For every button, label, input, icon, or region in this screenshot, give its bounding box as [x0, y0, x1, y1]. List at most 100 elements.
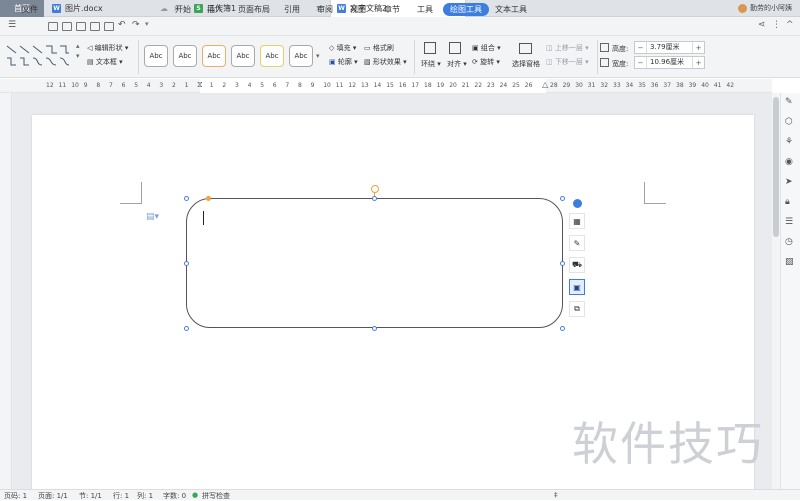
margin-corner-top-right: [644, 182, 666, 204]
edit-shape-button[interactable]: ◁ 编辑形状 ▾: [87, 43, 128, 53]
menu-drawing-tools[interactable]: 绘图工具: [443, 3, 489, 16]
resize-handle-sw[interactable]: [184, 326, 189, 331]
rotate-button[interactable]: ⟳ 旋转 ▾: [472, 57, 500, 67]
menu-file[interactable]: 文件: [22, 3, 38, 16]
height-value[interactable]: 3.79厘米: [646, 42, 693, 53]
menu-start[interactable]: 开始: [175, 3, 191, 16]
width-value[interactable]: 10.96厘米: [646, 57, 693, 68]
resize-handle-se[interactable]: [560, 326, 565, 331]
select-pane-icon[interactable]: [519, 43, 532, 54]
ruler-tick-label: 34: [625, 82, 634, 89]
collapse-float-icon[interactable]: [573, 199, 582, 208]
menu-view[interactable]: 视图: [350, 3, 366, 16]
fill-button[interactable]: ◇ 填充 ▾: [329, 43, 356, 53]
align-button[interactable]: 对齐 ▾: [447, 59, 467, 69]
layout-options-icon[interactable]: ▤▾: [146, 212, 159, 222]
hamburger-icon[interactable]: ☰: [8, 20, 16, 30]
tab-doc-1[interactable]: W 图片.docx ☁ ×: [46, 0, 186, 17]
select-pane-button[interactable]: 选择窗格: [512, 59, 540, 69]
float-fill-icon[interactable]: ⛟: [569, 257, 585, 273]
float-outline-icon[interactable]: ▣: [569, 279, 585, 295]
menu-insert[interactable]: 插入: [207, 3, 223, 16]
shape-style-5[interactable]: Abc: [260, 45, 284, 67]
ruler-tick-label: 22: [474, 82, 483, 89]
wrap-icon[interactable]: [424, 42, 436, 54]
right-indent-marker[interactable]: △: [542, 80, 548, 89]
pointer-icon[interactable]: ➤: [785, 177, 793, 187]
format-painter-button[interactable]: ▭ 格式刷: [364, 43, 394, 53]
increase-width-button[interactable]: +: [693, 57, 704, 68]
share-icon[interactable]: ⋖: [758, 20, 766, 30]
scroll-up-icon[interactable]: ▴: [76, 42, 80, 50]
wrap-button[interactable]: 环绕 ▾: [421, 59, 441, 69]
ruler-tick-label: 40: [701, 82, 709, 89]
align-icon[interactable]: [449, 42, 461, 54]
rotate-handle[interactable]: [371, 185, 379, 193]
vertical-scrollbar[interactable]: [772, 93, 780, 489]
scroll-thumb[interactable]: [773, 97, 779, 237]
decrease-width-button[interactable]: −: [635, 57, 646, 68]
height-field[interactable]: − 3.79厘米 +: [634, 41, 705, 54]
send-backward-button[interactable]: ◫ 下移一层 ▾: [546, 57, 589, 67]
style-more-icon[interactable]: ▾: [316, 52, 320, 60]
menu-chapter[interactable]: 章节: [384, 3, 400, 16]
shapes-icon[interactable]: ⬡: [785, 117, 793, 127]
group-button[interactable]: ▣ 组合 ▾: [472, 43, 501, 53]
edit-pen-icon[interactable]: ✎: [785, 97, 793, 107]
menu-review[interactable]: 审阅: [317, 3, 333, 16]
print-icon[interactable]: [90, 22, 100, 31]
float-effects-icon[interactable]: ⧉: [569, 301, 585, 317]
resize-handle-ne[interactable]: [560, 196, 565, 201]
ruler-tick-label: 21: [461, 82, 470, 89]
shape-style-2[interactable]: Abc: [173, 45, 197, 67]
fill-icon: ◇: [329, 44, 337, 52]
undo-icon[interactable]: ↶: [118, 20, 126, 30]
collapse-icon[interactable]: ^: [786, 20, 794, 30]
decrease-height-button[interactable]: −: [635, 42, 646, 53]
resize-handle-s[interactable]: [372, 326, 377, 331]
history-icon[interactable]: ◷: [785, 237, 793, 247]
settings-sliders-icon[interactable]: ☰: [785, 217, 793, 227]
horizontal-ruler[interactable]: 12 11 10 9 8 7 6 5 4 3 2 1 1 2 3 4 5 6 7 8 9 10 11 12 13 14 15 16 17…: [0, 79, 772, 93]
menu-text-tools[interactable]: 文本工具: [495, 3, 527, 16]
vertical-ruler[interactable]: [0, 93, 12, 489]
stamp-icon[interactable]: ⚘: [785, 137, 793, 147]
float-layout-icon[interactable]: ▦: [569, 213, 585, 229]
ruler-tick-label: 2: [222, 82, 227, 89]
ruler-tick-label: 23: [487, 82, 495, 89]
line-shape-gallery[interactable]: [6, 44, 70, 68]
shape-style-6[interactable]: Abc: [289, 45, 313, 67]
width-field[interactable]: − 10.96厘米 +: [634, 56, 705, 69]
left-indent-marker[interactable]: ⧖: [197, 80, 203, 90]
chevron-down-icon[interactable]: ▾: [145, 20, 149, 28]
image-icon[interactable]: ▨: [785, 257, 794, 267]
lock-icon[interactable]: 🔒︎: [785, 197, 790, 207]
corner-radius-handle[interactable]: [206, 196, 211, 201]
resize-handle-n[interactable]: [372, 196, 377, 201]
scroll-down-icon[interactable]: ▾: [76, 52, 80, 60]
float-pen-icon[interactable]: ✎: [569, 235, 585, 251]
folder-icon[interactable]: [48, 22, 58, 31]
location-icon[interactable]: ◉: [785, 157, 793, 167]
resize-handle-w[interactable]: [184, 261, 189, 266]
shape-style-1[interactable]: Abc: [144, 45, 168, 67]
export-icon[interactable]: [76, 22, 86, 31]
user-profile[interactable]: 勤劳的小阿姨: [738, 3, 792, 13]
preview-icon[interactable]: [104, 22, 114, 31]
rounded-rectangle-shape[interactable]: [186, 198, 563, 328]
redo-icon[interactable]: ↷: [132, 20, 140, 30]
outline-button[interactable]: ▣ 轮廓 ▾: [329, 57, 358, 67]
menu-page-layout[interactable]: 页面布局: [238, 3, 270, 16]
resize-handle-nw[interactable]: [184, 196, 189, 201]
save-icon[interactable]: [62, 22, 72, 31]
menu-references[interactable]: 引用: [284, 3, 300, 16]
menu-tools[interactable]: 工具: [417, 3, 433, 16]
shape-style-3[interactable]: Abc: [202, 45, 226, 67]
bring-forward-button[interactable]: ◫ 上移一层 ▾: [546, 43, 589, 53]
increase-height-button[interactable]: +: [693, 42, 704, 53]
more-icon[interactable]: ⋮: [772, 20, 781, 30]
text-box-button[interactable]: ▤ 文本框 ▾: [87, 57, 123, 67]
shape-style-4[interactable]: Abc: [231, 45, 255, 67]
resize-handle-e[interactable]: [560, 261, 565, 266]
shape-effect-button[interactable]: ▧ 形状效果 ▾: [364, 57, 407, 67]
